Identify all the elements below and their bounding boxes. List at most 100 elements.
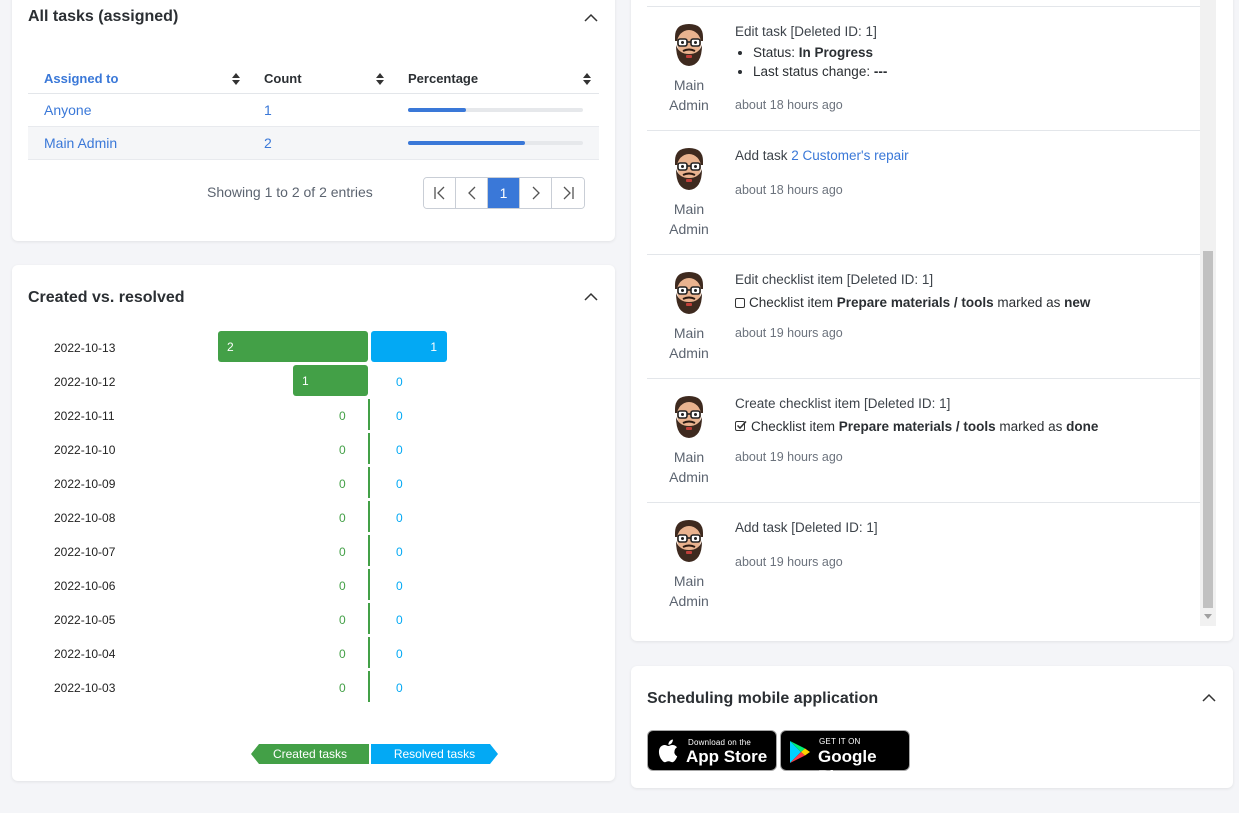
legend-created[interactable]: Created tasks bbox=[251, 744, 369, 764]
resolved-value-label: 0 bbox=[396, 477, 403, 491]
chart-date-label: 2022-10-07 bbox=[54, 545, 116, 559]
resolved-value-label: 0 bbox=[396, 647, 403, 661]
column-count[interactable]: Count bbox=[248, 65, 392, 94]
avatar bbox=[674, 23, 704, 67]
resolved-value-label: 0 bbox=[396, 579, 403, 593]
avatar bbox=[674, 271, 704, 315]
resolved-value-label: 0 bbox=[396, 511, 403, 525]
activity-time: about 19 hours ago bbox=[735, 450, 843, 464]
activity-detail: Checklist item Prepare materials / tools… bbox=[735, 419, 1098, 434]
task-link[interactable]: 2 Customer's repair bbox=[791, 148, 908, 163]
created-bar[interactable]: 1 bbox=[293, 365, 368, 396]
column-assigned-to[interactable]: Assigned to bbox=[28, 65, 248, 94]
resolved-value-label: 0 bbox=[396, 545, 403, 559]
page-button[interactable]: 1 bbox=[488, 178, 520, 208]
created-value-label: 0 bbox=[339, 409, 346, 423]
created-vs-resolved-card: Created vs. resolved 2022-10-13 2 1 2022-10… bbox=[12, 265, 615, 781]
column-percentage[interactable]: Percentage bbox=[392, 65, 599, 94]
apple-icon bbox=[658, 739, 678, 763]
app-store-small-text: Download on the bbox=[688, 738, 752, 747]
axis-line bbox=[368, 637, 370, 668]
axis-line bbox=[368, 399, 370, 430]
chevron-up-icon[interactable] bbox=[583, 10, 599, 26]
chevron-up-icon[interactable] bbox=[1201, 690, 1217, 706]
scroll-down-icon[interactable] bbox=[1204, 614, 1212, 620]
prev-page-button[interactable] bbox=[456, 178, 488, 208]
checkbox-empty-icon bbox=[735, 298, 745, 308]
created-value-label: 2 bbox=[227, 340, 234, 354]
axis-line bbox=[368, 433, 370, 464]
activity-title: Add task 2 Customer's repair bbox=[735, 148, 909, 163]
app-store-big-text: App Store bbox=[686, 747, 768, 766]
chart-date-label: 2022-10-09 bbox=[54, 477, 116, 491]
created-value-label: 0 bbox=[339, 511, 346, 525]
change-item: Last status change: --- bbox=[753, 62, 887, 81]
sort-icon bbox=[232, 73, 240, 85]
first-page-icon bbox=[433, 186, 444, 200]
activity-title: Create checklist item [Deleted ID: 1] bbox=[735, 396, 951, 411]
card-title: Created vs. resolved bbox=[28, 289, 185, 306]
chart-date-label: 2022-10-03 bbox=[54, 681, 116, 695]
assigned-link[interactable]: Main Admin bbox=[44, 135, 117, 151]
google-play-big-text: Google Play bbox=[818, 747, 877, 786]
chart-row: 2022-10-07 0 0 bbox=[12, 535, 615, 569]
sort-icon bbox=[376, 73, 384, 85]
created-value-label: 0 bbox=[339, 647, 346, 661]
created-value-label: 0 bbox=[339, 613, 346, 627]
checkbox-checked-icon bbox=[735, 420, 747, 431]
axis-line bbox=[368, 569, 370, 600]
last-page-button[interactable] bbox=[552, 178, 584, 208]
activity-scrollbar[interactable] bbox=[1200, 0, 1216, 626]
resolved-bar[interactable]: 1 bbox=[371, 331, 447, 362]
created-value-label: 0 bbox=[339, 443, 346, 457]
table-row: Main Admin 2 bbox=[28, 126, 599, 160]
pagination-info: Showing 1 to 2 of 2 entries bbox=[207, 184, 373, 200]
resolved-value-label: 0 bbox=[396, 613, 403, 627]
chevron-up-icon[interactable] bbox=[583, 289, 599, 305]
created-value-label: 0 bbox=[339, 545, 346, 559]
sort-icon bbox=[583, 73, 591, 85]
card-title: Scheduling mobile application bbox=[647, 690, 879, 707]
chart-date-label: 2022-10-10 bbox=[54, 443, 116, 457]
percentage-fill bbox=[408, 107, 466, 112]
activity-item: Main Admin Edit checklist item [Deleted I… bbox=[647, 255, 1201, 379]
assigned-link[interactable]: Anyone bbox=[44, 102, 91, 118]
avatar bbox=[674, 519, 704, 563]
percentage-bar bbox=[408, 140, 583, 145]
next-page-button[interactable] bbox=[520, 178, 552, 208]
legend-resolved[interactable]: Resolved tasks bbox=[371, 744, 498, 764]
app-store-button[interactable]: Download on the App Store bbox=[647, 730, 777, 771]
scroll-thumb[interactable] bbox=[1203, 251, 1213, 608]
activity-title: Edit task [Deleted ID: 1] bbox=[735, 24, 877, 39]
tasks-assigned-card: All tasks (assigned) Assigned to Count P… bbox=[12, 0, 615, 241]
chart-row: 2022-10-09 0 0 bbox=[12, 467, 615, 501]
chart-date-label: 2022-10-08 bbox=[54, 511, 116, 525]
chart-date-label: 2022-10-05 bbox=[54, 613, 116, 627]
last-page-icon bbox=[563, 186, 574, 200]
resolved-value-label: 0 bbox=[396, 409, 403, 423]
activity-user: Main Admin bbox=[669, 325, 709, 361]
activity-item: Main Admin Create checklist item [Deleted… bbox=[647, 379, 1201, 503]
created-bar[interactable]: 2 bbox=[218, 331, 368, 362]
first-page-button[interactable] bbox=[424, 178, 456, 208]
chart-date-label: 2022-10-06 bbox=[54, 579, 116, 593]
resolved-value-label: 0 bbox=[396, 681, 403, 695]
table-row: Anyone 1 bbox=[28, 93, 599, 127]
percentage-bar bbox=[408, 107, 583, 112]
axis-line bbox=[368, 467, 370, 498]
axis-line bbox=[368, 535, 370, 566]
count-link[interactable]: 2 bbox=[264, 135, 272, 151]
pagination: 1 bbox=[423, 177, 585, 209]
change-item: Status: In Progress bbox=[753, 43, 887, 62]
chevron-left-icon bbox=[467, 186, 475, 200]
chart-date-label: 2022-10-12 bbox=[54, 375, 116, 389]
google-play-button[interactable]: GET IT ON Google Play bbox=[780, 730, 910, 786]
chart-row: 2022-10-03 0 0 bbox=[12, 671, 615, 705]
chart-row: 2022-10-06 0 0 bbox=[12, 569, 615, 603]
mobile-app-card: Scheduling mobile application Download o… bbox=[631, 666, 1233, 788]
chart-row: 2022-10-05 0 0 bbox=[12, 603, 615, 637]
chart-row: 2022-10-04 0 0 bbox=[12, 637, 615, 671]
activity-item: Main Admin Add task [Deleted ID: 1] about… bbox=[647, 503, 1201, 627]
card-title: All tasks (assigned) bbox=[28, 8, 179, 25]
count-link[interactable]: 1 bbox=[264, 102, 272, 118]
